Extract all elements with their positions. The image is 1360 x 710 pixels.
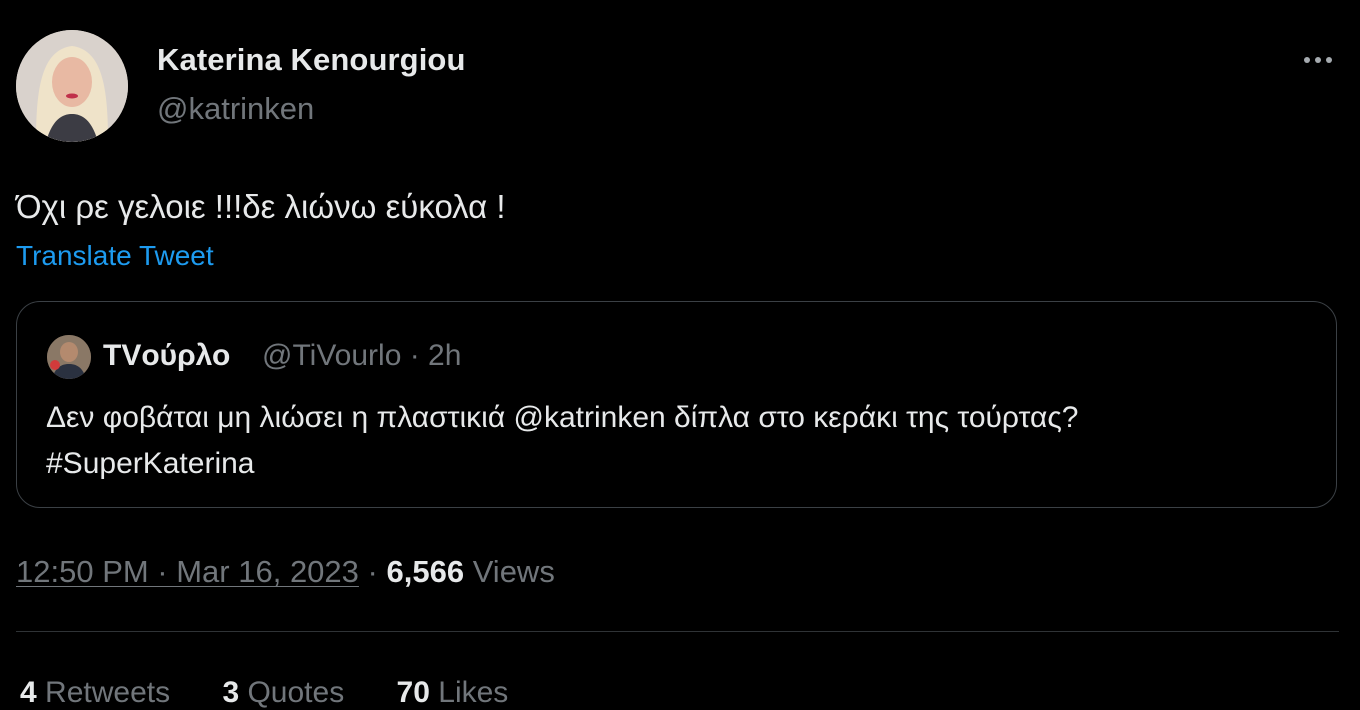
- author-handle[interactable]: @katrinken: [157, 91, 314, 127]
- dot: [1326, 57, 1332, 63]
- divider: [16, 631, 1339, 632]
- quoted-tweet-card[interactable]: TVούρλο @TiVourlo · 2h Δεν φοβάται μη λι…: [16, 301, 1337, 508]
- likes-count: 70: [396, 676, 430, 709]
- quoted-author-avatar[interactable]: [47, 335, 91, 379]
- retweets-label: Retweets: [45, 676, 171, 709]
- translate-tweet-link[interactable]: Translate Tweet: [16, 240, 214, 272]
- meta-separator: ·: [358, 554, 387, 589]
- retweets-stat[interactable]: 4 Retweets: [20, 676, 170, 709]
- quoted-tweet-text-line1: Δεν φοβάται μη λιώσει η πλαστικιά @katri…: [46, 401, 1079, 434]
- quoted-tweet-text: Δεν φοβάται μη λιώσει η πλαστικιά @katri…: [46, 395, 1316, 487]
- likes-label: Likes: [438, 676, 509, 709]
- quoted-author-handle-time[interactable]: @TiVourlo · 2h: [262, 339, 461, 373]
- tweet-stats: 4 Retweets 3 Quotes 70 Likes: [20, 676, 552, 710]
- views-count: 6,566: [386, 554, 465, 589]
- quoted-tweet-hashtag[interactable]: #SuperKaterina: [46, 441, 1316, 487]
- likes-stat[interactable]: 70 Likes: [397, 676, 509, 709]
- more-horizontal-icon[interactable]: [1298, 50, 1338, 70]
- quotes-label: Quotes: [247, 676, 345, 709]
- quotes-stat[interactable]: 3 Quotes: [222, 676, 344, 709]
- dot: [1315, 57, 1321, 63]
- dot: [1304, 57, 1310, 63]
- tweet-meta: 12:50 PM · Mar 16, 2023 · 6,566 Views: [16, 554, 555, 590]
- author-name[interactable]: Katerina Kenourgiou: [157, 42, 465, 78]
- tweet-timestamp[interactable]: 12:50 PM · Mar 16, 2023: [16, 554, 359, 589]
- retweets-count: 4: [20, 676, 37, 709]
- quoted-author-name[interactable]: TVούρλο: [103, 339, 230, 373]
- views-label: Views: [472, 554, 555, 589]
- tweet-text: Όχι ρε γελοιε !!!δε λιώνω εύκολα !: [16, 188, 506, 225]
- author-avatar[interactable]: [16, 30, 128, 142]
- quotes-count: 3: [222, 676, 240, 709]
